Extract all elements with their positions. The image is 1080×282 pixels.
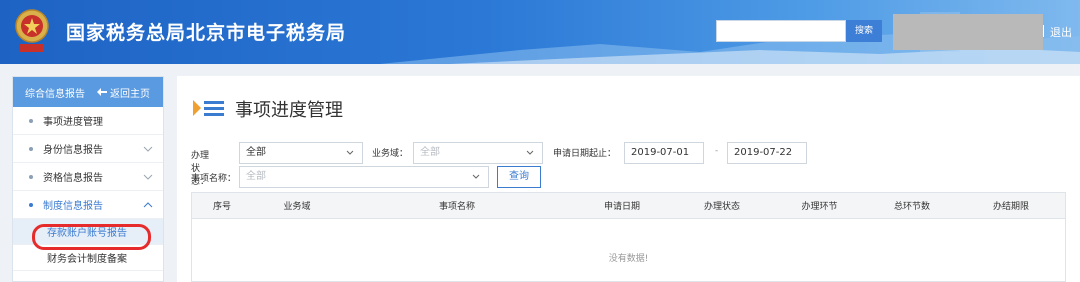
bullet-icon [29, 146, 33, 151]
chevron-down-icon [143, 174, 153, 180]
query-button[interactable]: 查询 [497, 166, 541, 188]
sidebar-item-label: 资格信息报告 [43, 173, 103, 184]
date-end-input[interactable]: 2019-07-22 [727, 142, 807, 164]
site-header: 国家税务总局北京市电子税务局 搜索 退出 [0, 0, 1080, 64]
tax-emblem-icon [15, 9, 49, 52]
column-header-item-name: 事项名称 [438, 202, 475, 212]
chevron-down-icon [526, 150, 534, 155]
sidebar-item-label: 事项进度管理 [43, 117, 103, 128]
back-home-link[interactable]: 返回主页 [97, 85, 150, 100]
domain-select-value: 全部 [420, 147, 440, 158]
sidebar-header: 综合信息报告 返回主页 [13, 77, 163, 107]
user-info-redacted [893, 14, 1043, 50]
logout-link[interactable]: 退出 [1050, 24, 1072, 40]
item-name-filter-label: 事项名称： [191, 174, 237, 184]
column-header-deadline: 办结期限 [992, 202, 1029, 212]
item-name-select-value: 全部 [246, 171, 266, 182]
column-header-status: 办理状态 [703, 202, 740, 212]
logout-divider [1043, 25, 1047, 37]
item-name-select[interactable]: 全部 [239, 166, 489, 188]
sidebar-item-qualification[interactable]: 资格信息报告 [13, 163, 163, 191]
date-range-label: 申请日期起止： [553, 149, 617, 159]
bullet-icon [29, 174, 33, 179]
sidebar-section-title: 综合信息报告 [25, 88, 85, 100]
back-home-label: 返回主页 [110, 88, 150, 100]
chevron-down-icon [346, 150, 354, 155]
chevron-down-icon [143, 146, 153, 152]
back-arrow-icon [97, 88, 107, 96]
sidebar-item-system[interactable]: 制度信息报告 [13, 191, 163, 219]
main-panel: 事项进度管理 办理状态： 全部 业务域： 全部 申请日期起止： 2019-07-… [177, 76, 1080, 282]
sidebar: 综合信息报告 返回主页 事项进度管理 身份信息报告 资格信息报告 制度信息报告 … [12, 76, 164, 282]
sidebar-item-progress[interactable]: 事项进度管理 [13, 107, 163, 135]
chevron-down-icon [472, 174, 480, 179]
sidebar-item-label: 制度信息报告 [43, 201, 103, 212]
column-header-index: 序号 [212, 202, 231, 212]
domain-select[interactable]: 全部 [413, 142, 543, 164]
date-separator: - [715, 146, 719, 156]
bullet-icon [29, 118, 33, 123]
column-header-apply-date: 申请日期 [603, 202, 640, 212]
table-header-row: 序号 业务域 事项名称 申请日期 办理状态 办理环节 总环节数 办结期限 [192, 193, 1065, 219]
site-title: 国家税务总局北京市电子税务局 [66, 22, 347, 44]
sidebar-item-label: 身份信息报告 [43, 145, 103, 156]
date-start-input[interactable]: 2019-07-01 [624, 142, 704, 164]
sidebar-item-identity[interactable]: 身份信息报告 [13, 135, 163, 163]
domain-filter-label: 业务域： [372, 149, 409, 159]
red-annotation-circle [32, 224, 151, 250]
column-header-total-steps: 总环节数 [893, 202, 930, 212]
search-input[interactable] [716, 20, 846, 42]
column-header-domain: 业务域 [283, 202, 311, 212]
column-header-step: 办理环节 [801, 202, 838, 212]
status-select[interactable]: 全部 [239, 142, 363, 164]
page-title: 事项进度管理 [235, 100, 343, 121]
progress-table: 序号 业务域 事项名称 申请日期 办理状态 办理环节 总环节数 办结期限 没有数… [191, 192, 1066, 282]
chevron-up-icon [143, 202, 153, 208]
status-select-value: 全部 [246, 147, 266, 158]
empty-table-message: 没有数据! [608, 254, 649, 264]
bullet-icon [29, 202, 33, 207]
search-button[interactable]: 搜索 [846, 20, 882, 42]
list-icon [193, 100, 224, 116]
